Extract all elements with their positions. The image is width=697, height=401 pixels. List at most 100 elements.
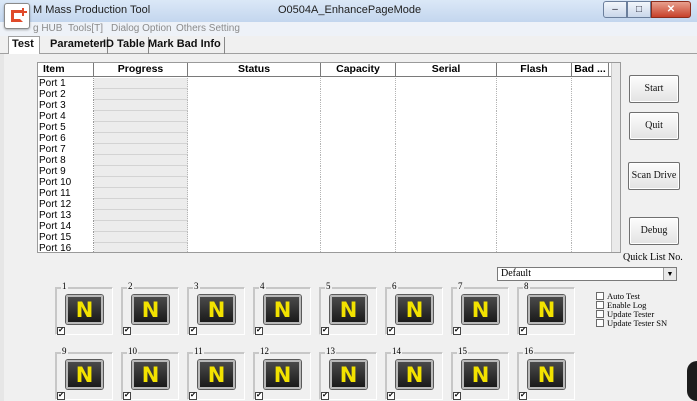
port-enable-checkbox[interactable]: ✔: [453, 327, 461, 335]
port-tile[interactable]: 2 N ✔: [121, 281, 179, 335]
port-tile[interactable]: 7 N ✔: [451, 281, 509, 335]
update-tester-sn-checkbox[interactable]: [596, 318, 604, 327]
update-tester-checkbox[interactable]: [596, 309, 604, 318]
port-enable-checkbox[interactable]: ✔: [321, 327, 329, 335]
close-button[interactable]: ✕: [651, 1, 691, 18]
port-tile[interactable]: 6 N ✔: [385, 281, 443, 335]
table-row[interactable]: Port 8: [38, 155, 620, 166]
port-enable-checkbox[interactable]: ✔: [255, 392, 263, 400]
maximize-button[interactable]: □: [627, 1, 651, 18]
port-tile[interactable]: 9 N ✔: [55, 346, 113, 400]
port-tile[interactable]: 13 N ✔: [319, 346, 377, 400]
chevron-down-icon[interactable]: ▼: [663, 268, 676, 280]
drive-status-letter: N: [207, 298, 226, 322]
table-row[interactable]: Port 14: [38, 221, 620, 232]
tab-test[interactable]: Test: [8, 36, 40, 55]
drive-status-icon[interactable]: N: [330, 360, 367, 389]
start-button[interactable]: Start: [629, 75, 679, 103]
port-enable-checkbox[interactable]: ✔: [387, 327, 395, 335]
drive-status-icon[interactable]: N: [66, 295, 103, 324]
quit-button[interactable]: Quit: [629, 112, 679, 140]
column-serial[interactable]: Serial: [396, 63, 497, 77]
debug-button[interactable]: Debug: [629, 217, 679, 245]
row-progress-bar: [94, 243, 188, 252]
update-tester-sn-option[interactable]: Update Tester SN: [596, 318, 667, 328]
quick-list-select[interactable]: Default ▼: [497, 267, 677, 281]
table-row[interactable]: Port 1: [38, 78, 620, 89]
drive-status-icon[interactable]: N: [264, 295, 301, 324]
overlay-scroll-handle[interactable]: [687, 361, 697, 401]
drive-status-icon[interactable]: N: [462, 295, 499, 324]
drive-status-icon[interactable]: N: [66, 360, 103, 389]
port-enable-checkbox[interactable]: ✔: [123, 327, 131, 335]
scan-drive-button[interactable]: Scan Drive: [628, 162, 680, 190]
port-tile[interactable]: 8 N ✔: [517, 281, 575, 335]
column-progress[interactable]: Progress: [94, 63, 188, 77]
drive-status-icon[interactable]: N: [330, 295, 367, 324]
port-tile[interactable]: 11 N ✔: [187, 346, 245, 400]
port-enable-checkbox[interactable]: ✔: [321, 392, 329, 400]
drive-status-icon[interactable]: N: [396, 360, 433, 389]
port-enable-checkbox[interactable]: ✔: [189, 327, 197, 335]
auto-test-checkbox[interactable]: [596, 291, 604, 300]
tab-id-table[interactable]: ID Table: [100, 37, 149, 54]
table-row[interactable]: Port 3: [38, 100, 620, 111]
window-mode-title: O0504A_EnhancePageMode: [278, 4, 422, 16]
column-capacity[interactable]: Capacity: [321, 63, 396, 77]
column-bad[interactable]: Bad ...: [572, 63, 609, 77]
port-enable-checkbox[interactable]: ✔: [519, 392, 527, 400]
table-row[interactable]: Port 4: [38, 111, 620, 122]
tab-parameter[interactable]: Parameter: [47, 37, 108, 54]
drive-status-icon[interactable]: N: [462, 360, 499, 389]
table-row[interactable]: Port 10: [38, 177, 620, 188]
port-enable-checkbox[interactable]: ✔: [57, 327, 65, 335]
tab-mark-bad-info[interactable]: Mark Bad Info: [145, 37, 225, 54]
port-enable-checkbox[interactable]: ✔: [519, 327, 527, 335]
port-tile[interactable]: 12 N ✔: [253, 346, 311, 400]
drive-status-icon[interactable]: N: [396, 295, 433, 324]
drive-status-icon[interactable]: N: [132, 360, 169, 389]
table-row[interactable]: Port 13: [38, 210, 620, 221]
port-tile[interactable]: 1 N ✔: [55, 281, 113, 335]
table-row[interactable]: Port 11: [38, 188, 620, 199]
port-tile[interactable]: 14 N ✔: [385, 346, 443, 400]
table-row[interactable]: Port 5: [38, 122, 620, 133]
drive-status-icon[interactable]: N: [528, 295, 565, 324]
menu-others-setting[interactable]: Others Setting: [176, 23, 240, 34]
drive-status-icon[interactable]: N: [132, 295, 169, 324]
column-status[interactable]: Status: [188, 63, 321, 77]
port-tile[interactable]: 16 N ✔: [517, 346, 575, 400]
port-enable-checkbox[interactable]: ✔: [123, 392, 131, 400]
table-row[interactable]: Port 6: [38, 133, 620, 144]
column-flash[interactable]: Flash: [497, 63, 572, 77]
menu-hub[interactable]: g HUB: [33, 23, 62, 34]
column-item[interactable]: Item: [38, 63, 94, 77]
minimize-button[interactable]: –: [603, 1, 627, 18]
menu-dialog-option[interactable]: Dialog Option: [111, 23, 172, 34]
table-row[interactable]: Port 16: [38, 243, 620, 252]
port-enable-checkbox[interactable]: ✔: [387, 392, 395, 400]
port-number: 14: [391, 346, 402, 356]
port-enable-checkbox[interactable]: ✔: [189, 392, 197, 400]
port-tile[interactable]: 4 N ✔: [253, 281, 311, 335]
port-tile[interactable]: 3 N ✔: [187, 281, 245, 335]
table-row[interactable]: Port 12: [38, 199, 620, 210]
port-enable-checkbox[interactable]: ✔: [453, 392, 461, 400]
table-scrollbar[interactable]: [611, 63, 620, 252]
drive-status-icon[interactable]: N: [198, 360, 235, 389]
row-cell: [321, 177, 396, 188]
table-row[interactable]: Port 15: [38, 232, 620, 243]
menu-tools[interactable]: Tools[T]: [68, 23, 103, 34]
drive-status-icon[interactable]: N: [528, 360, 565, 389]
port-enable-checkbox[interactable]: ✔: [57, 392, 65, 400]
enable-log-checkbox[interactable]: [596, 300, 604, 309]
drive-status-icon[interactable]: N: [198, 295, 235, 324]
table-row[interactable]: Port 9: [38, 166, 620, 177]
port-tile[interactable]: 15 N ✔: [451, 346, 509, 400]
port-tile[interactable]: 10 N ✔: [121, 346, 179, 400]
port-tile[interactable]: 5 N ✔: [319, 281, 377, 335]
table-row[interactable]: Port 2: [38, 89, 620, 100]
drive-status-icon[interactable]: N: [264, 360, 301, 389]
table-row[interactable]: Port 7: [38, 144, 620, 155]
port-enable-checkbox[interactable]: ✔: [255, 327, 263, 335]
